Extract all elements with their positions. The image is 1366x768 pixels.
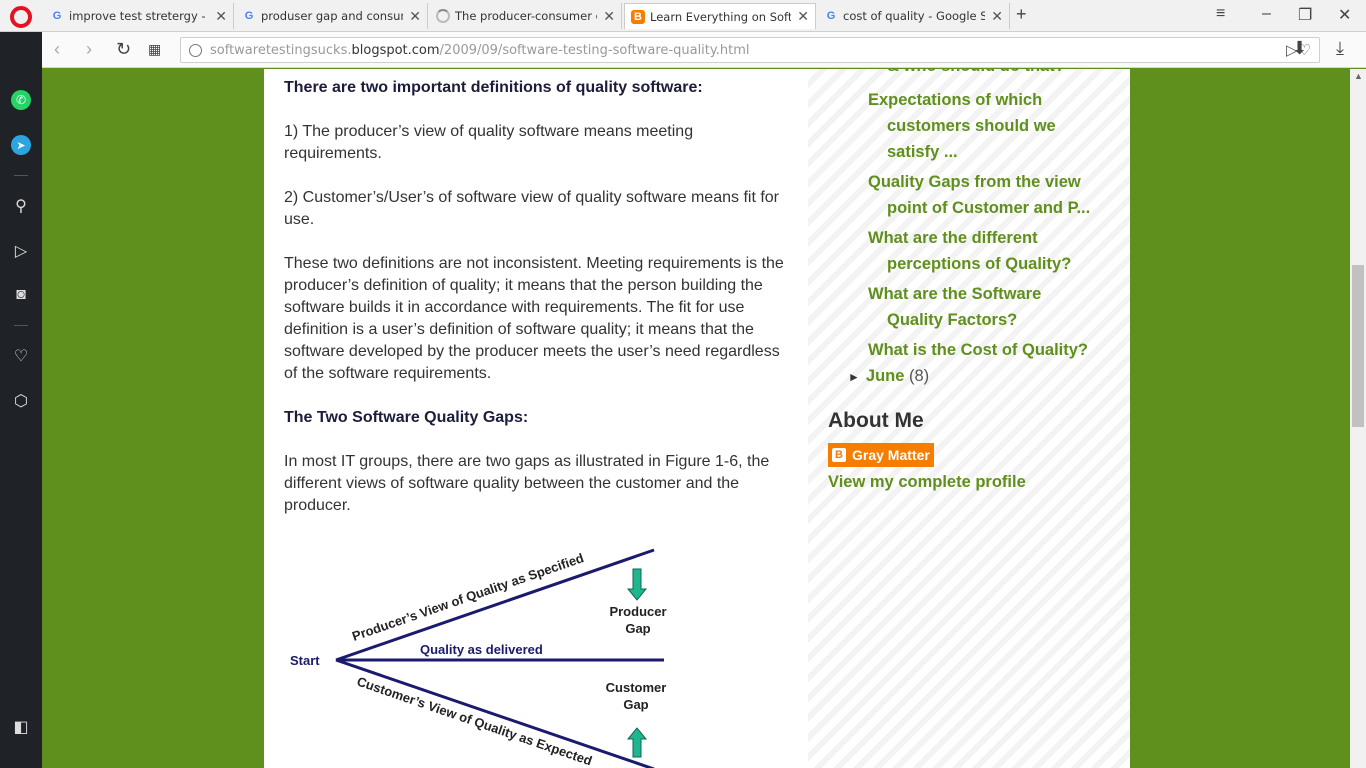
page-viewport: There are two important definitions of q…: [42, 69, 1350, 768]
customer-view-label: Customer’s View of Quality as Expected: [355, 674, 594, 768]
send-icon[interactable]: ▷: [11, 241, 31, 261]
tab-2[interactable]: G produser gap and consum ✕: [236, 3, 428, 29]
close-icon[interactable]: ✕: [603, 8, 615, 25]
archive-link[interactable]: What are the Software Quality Factors?: [868, 281, 1041, 333]
quality-gaps-diagram: Start Producer’s View of Quality as Spec…: [290, 548, 667, 768]
camera-icon[interactable]: ◙: [11, 285, 31, 305]
address-bar: ‹ › ↻ ▦ softwaretestingsucks.blogspot.co…: [42, 32, 1366, 68]
search-icon[interactable]: ⚲: [11, 196, 31, 216]
tab-strip: G improve test stretergy - Go ✕ G produs…: [0, 0, 1366, 32]
blog-sidebar: & who should do that? Expectations of wh…: [808, 69, 1130, 768]
google-icon: G: [826, 10, 836, 22]
producer-gap-label-1: Producer: [609, 604, 666, 619]
google-icon: G: [244, 10, 254, 22]
blogger-icon: B: [832, 448, 846, 462]
scroll-up-icon[interactable]: ▲: [1354, 71, 1363, 81]
profile-name-badge[interactable]: B Gray Matter: [828, 443, 934, 467]
close-window-icon[interactable]: ✕: [1338, 5, 1351, 25]
tab-title: produser gap and consum: [261, 9, 404, 23]
close-icon[interactable]: ✕: [991, 8, 1003, 25]
tab-title: improve test stretergy - Go: [69, 9, 209, 23]
customer-gap-label-2: Gap: [623, 697, 648, 712]
tab-1[interactable]: G improve test stretergy - Go ✕: [44, 3, 234, 29]
start-label: Start: [290, 653, 320, 668]
tab-5[interactable]: G cost of quality - Google Se ✕: [818, 3, 1010, 29]
definition-2: 2) Customer’s/User’s of software view of…: [284, 189, 779, 228]
producer-gap-arrow-icon: [626, 568, 648, 601]
blogger-icon: B: [631, 9, 645, 24]
loading-icon: [436, 9, 450, 23]
customer-view-line: [335, 658, 655, 768]
cube-icon[interactable]: ⬡: [11, 391, 31, 411]
tab-title: Learn Everything on Softw: [650, 9, 792, 24]
tab-title: cost of quality - Google Se: [843, 9, 986, 23]
tab-menu-icon[interactable]: ≡: [1216, 5, 1225, 23]
archive-link[interactable]: Expectations of which customers should w…: [868, 87, 1056, 165]
delivered-label: Quality as delivered: [420, 642, 543, 657]
tab-title: The producer-consumer c: [455, 9, 598, 23]
tab-3[interactable]: The producer-consumer c ✕: [430, 3, 622, 29]
customer-gap-label-1: Customer: [606, 680, 667, 695]
url-text: softwaretestingsucks.blogspot.com/2009/0…: [210, 42, 750, 58]
close-icon[interactable]: ✕: [215, 8, 227, 25]
expand-triangle-icon[interactable]: ►: [848, 370, 860, 384]
tab-active[interactable]: B Learn Everything on Softw ✕: [624, 3, 816, 29]
heart-icon[interactable]: ♡: [11, 346, 31, 366]
google-icon: G: [52, 10, 62, 22]
archive-link[interactable]: What are the different perceptions of Qu…: [868, 225, 1071, 277]
opera-sidebar: ✆ ➤ ⚲ ▷ ◙ ♡ ⬡ ◧: [0, 32, 42, 768]
gaps-heading: The Two Software Quality Gaps:: [284, 409, 529, 426]
globe-icon: [189, 43, 202, 57]
post-body: There are two important definitions of q…: [284, 77, 794, 539]
sidebar-divider: [14, 175, 28, 176]
scroll-thumb[interactable]: [1352, 265, 1364, 427]
gaps-paragraph: In most IT groups, there are two gaps as…: [284, 453, 770, 514]
telegram-icon[interactable]: ➤: [11, 135, 31, 155]
new-tab-icon[interactable]: +: [1016, 4, 1027, 25]
blog-content: There are two important definitions of q…: [264, 69, 1130, 768]
download-arrow-icon[interactable]: ⬇: [1292, 38, 1307, 59]
maximize-icon[interactable]: ❐: [1298, 5, 1312, 25]
minimize-icon[interactable]: –: [1262, 5, 1271, 23]
definition-1: 1) The producer’s view of quality softwa…: [284, 123, 694, 162]
archive-link-partial[interactable]: & who should do that?: [868, 69, 1065, 79]
view-profile-link[interactable]: View my complete profile: [828, 473, 1026, 492]
about-me-heading: About Me: [828, 409, 924, 432]
archive-month-june[interactable]: ► June (8): [848, 367, 929, 386]
url-input[interactable]: softwaretestingsucks.blogspot.com/2009/0…: [180, 37, 1320, 63]
producer-gap-label-2: Gap: [625, 621, 650, 636]
back-icon[interactable]: ‹: [54, 39, 60, 60]
close-icon[interactable]: ✕: [409, 8, 421, 25]
scrollbar[interactable]: ▲: [1350, 69, 1366, 768]
whatsapp-icon[interactable]: ✆: [11, 90, 31, 110]
archive-link[interactable]: Quality Gaps from the view point of Cust…: [868, 169, 1090, 221]
definitions-heading: There are two important definitions of q…: [284, 79, 703, 96]
close-icon[interactable]: ✕: [797, 8, 809, 25]
producer-view-label: Producer’s View of Quality as Specified: [350, 550, 586, 644]
definitions-paragraph: These two definitions are not inconsiste…: [284, 255, 784, 382]
speed-dial-icon[interactable]: ▦: [148, 41, 161, 58]
archive-link[interactable]: What is the Cost of Quality?: [868, 337, 1088, 363]
customer-gap-arrow-icon: [626, 727, 648, 758]
opera-menu-icon[interactable]: [10, 6, 32, 28]
sidebar-divider: [14, 325, 28, 326]
reload-icon[interactable]: ↻: [116, 39, 131, 60]
downloads-icon[interactable]: ⤓: [1336, 38, 1344, 59]
forward-icon[interactable]: ›: [86, 39, 92, 60]
sidebar-toggle-icon[interactable]: ◧: [11, 717, 31, 737]
